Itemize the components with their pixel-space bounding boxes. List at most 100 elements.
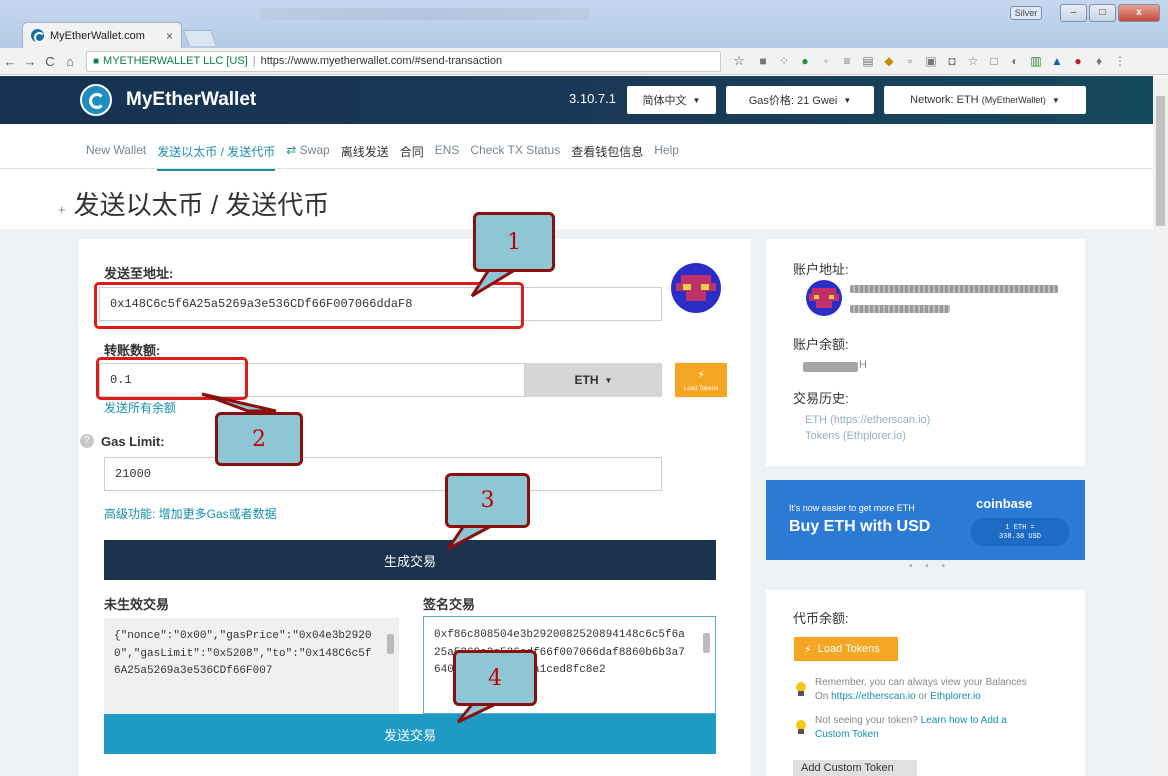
bookmark-star-icon[interactable]: ☆ — [729, 53, 749, 69]
browser-tab-strip: MyEtherWallet.com × Silver – □ x — [0, 0, 1168, 48]
load-tokens-button[interactable]: ⚡ Load Tokens — [794, 637, 898, 661]
tip-custom-token: Not seeing your token? Learn how to Add … — [815, 714, 1035, 742]
add-custom-token-button[interactable]: Add Custom Token — [793, 760, 917, 776]
swap-icon: ⇄ — [286, 143, 297, 157]
extension-icon[interactable]: ▤ — [862, 54, 874, 68]
close-window-button[interactable]: x — [1118, 4, 1160, 22]
nav-contracts[interactable]: 合同 — [400, 143, 424, 171]
version-label: 3.10.7.1 — [569, 91, 616, 106]
nav-view-wallet[interactable]: 查看钱包信息 — [571, 143, 643, 171]
extension-icon[interactable]: ♦ — [1093, 54, 1105, 68]
gas-price-value: Gas价格: 21 Gwei — [748, 95, 838, 107]
scrollbar[interactable] — [702, 623, 711, 703]
home-icon[interactable]: ⌂ — [60, 54, 80, 69]
tip1-text: Remember, you can always view your Balan… — [815, 677, 1027, 688]
forward-icon[interactable]: → — [20, 54, 40, 69]
tab-close-icon[interactable]: × — [166, 29, 173, 43]
nav-send[interactable]: 发送以太币 / 发送代币 — [157, 143, 276, 171]
extension-icon[interactable]: ● — [1072, 54, 1084, 68]
chevron-down-icon: ▼ — [692, 95, 701, 105]
nav-offline[interactable]: 离线发送 — [341, 143, 389, 171]
help-icon[interactable]: ? — [80, 434, 94, 448]
chevron-down-icon: ▼ — [604, 375, 613, 385]
ad-rate-pill: 1 ETH = 338.38 USD — [971, 518, 1069, 546]
history-label: 交易历史: — [793, 391, 849, 406]
language-dropdown[interactable]: 简体中文 ▼ — [627, 86, 716, 114]
redacted-balance — [803, 362, 858, 372]
nav-swap[interactable]: ⇄ Swap — [286, 143, 329, 171]
raw-tx-textarea[interactable]: {"nonce":"0x00","gasPrice":"0x04e3b29200… — [104, 618, 399, 716]
extension-icon[interactable]: ◘ — [946, 54, 958, 68]
token-balance-label: 代币余额: — [793, 611, 849, 626]
new-tab-button[interactable] — [183, 30, 217, 46]
chevron-down-icon: ▼ — [843, 95, 852, 105]
generate-tx-button[interactable]: 生成交易 — [104, 540, 716, 580]
account-identicon — [806, 280, 842, 316]
extension-icon[interactable]: ▲ — [1051, 54, 1063, 68]
extension-icon[interactable]: ◦ — [820, 54, 832, 68]
menu-icon[interactable]: ⋮ — [1114, 54, 1126, 68]
extension-icons: ■ ⁘ ● ◦ ≡ ▤ ◆ ▫ ▣ ◘ ☆ □ ◐ ▥ ▲ ● ♦ ⋮ — [757, 54, 1126, 68]
send-tx-button[interactable]: 发送交易 — [104, 714, 716, 754]
coinbase-logo: coinbase — [976, 496, 1033, 511]
network-value: Network: ETH — [910, 94, 979, 106]
carousel-dots[interactable]: • • • — [909, 561, 950, 572]
callout-4: 4 — [453, 650, 537, 706]
nav-ens[interactable]: ENS — [435, 143, 460, 171]
lightbulb-icon — [795, 682, 807, 696]
nav-check-tx[interactable]: Check TX Status — [470, 143, 560, 171]
redacted-address — [850, 305, 950, 313]
extension-icon[interactable]: ◆ — [883, 54, 895, 68]
lock-icon: ■ — [93, 55, 100, 67]
history-link-eth[interactable]: ETH (https://etherscan.io) — [805, 414, 930, 426]
url-input[interactable]: ■ MYETHERWALLET LLC [US] | https://www.m… — [86, 50, 721, 72]
extension-icon[interactable]: ≡ — [841, 54, 853, 68]
extension-icon[interactable]: ■ — [757, 54, 769, 68]
ethplorer-link[interactable]: Ethplorer.io — [930, 691, 981, 702]
callout-2: 2 — [215, 412, 303, 466]
network-dropdown[interactable]: Network: ETH (MyEtherWallet) ▼ — [884, 86, 1086, 114]
advanced-link[interactable]: 高级功能: 增加更多Gas或者数据 — [104, 505, 277, 522]
brand-name[interactable]: MyEtherWallet — [126, 89, 256, 111]
extension-icon[interactable]: ▫ — [904, 54, 916, 68]
extension-icon[interactable]: □ — [988, 54, 1000, 68]
account-address-label: 账户地址: — [793, 262, 849, 277]
bolt-icon: ⚡ — [804, 643, 812, 656]
unit-dropdown[interactable]: ETH ▼ — [525, 363, 662, 397]
profile-badge[interactable]: Silver — [1010, 6, 1042, 20]
extension-icon[interactable]: ☆ — [967, 54, 979, 68]
mew-logo-icon[interactable] — [80, 84, 112, 116]
back-icon[interactable]: ← — [0, 54, 20, 69]
browser-tab[interactable]: MyEtherWallet.com × — [22, 22, 182, 48]
extension-icon[interactable]: ▣ — [925, 54, 937, 68]
history-link-tokens[interactable]: Tokens (Ethplorer.io) — [805, 430, 906, 442]
mew-favicon-icon — [31, 29, 45, 43]
ad-rate-1: 1 ETH = — [1005, 524, 1035, 532]
nav-new-wallet[interactable]: New Wallet — [86, 143, 146, 171]
page-title-text: 发送以太币 / 发送代币 — [73, 190, 330, 220]
reload-icon[interactable]: C — [40, 54, 60, 69]
scrollbar[interactable] — [386, 624, 395, 704]
coinbase-ad[interactable]: It's now easier to get more ETH Buy ETH … — [766, 480, 1085, 560]
balance-suffix: H — [859, 359, 867, 371]
page-scrollbar[interactable] — [1153, 76, 1168, 776]
extension-icon[interactable]: ⁘ — [778, 54, 790, 68]
gas-limit-input[interactable]: 21000 — [104, 457, 662, 491]
extension-icon[interactable]: ▥ — [1030, 54, 1042, 68]
url-text: https://www.myetherwallet.com/#send-tran… — [260, 55, 503, 67]
secure-label: MYETHERWALLET LLC [US] — [103, 55, 248, 67]
expand-icon[interactable]: + — [58, 202, 66, 217]
send-all-link[interactable]: 发送所有余额 — [104, 399, 176, 416]
gas-price-dropdown[interactable]: Gas价格: 21 Gwei ▼ — [726, 86, 874, 114]
signed-tx-label: 签名交易 — [423, 597, 476, 612]
tip-balances: Remember, you can always view your Balan… — [815, 676, 1065, 704]
maximize-button[interactable]: □ — [1089, 4, 1116, 22]
nav-divider — [0, 168, 1153, 169]
extension-icon[interactable]: ◐ — [1009, 54, 1021, 68]
nav-help[interactable]: Help — [654, 143, 679, 171]
raw-tx-text: {"nonce":"0x00","gasPrice":"0x04e3b29200… — [114, 630, 372, 678]
etherscan-link[interactable]: https://etherscan.io — [831, 691, 916, 702]
minimize-button[interactable]: – — [1060, 4, 1087, 22]
extension-icon[interactable]: ● — [799, 54, 811, 68]
load-tokens-small-button[interactable]: ⚡ Load Tokens — [675, 363, 727, 397]
